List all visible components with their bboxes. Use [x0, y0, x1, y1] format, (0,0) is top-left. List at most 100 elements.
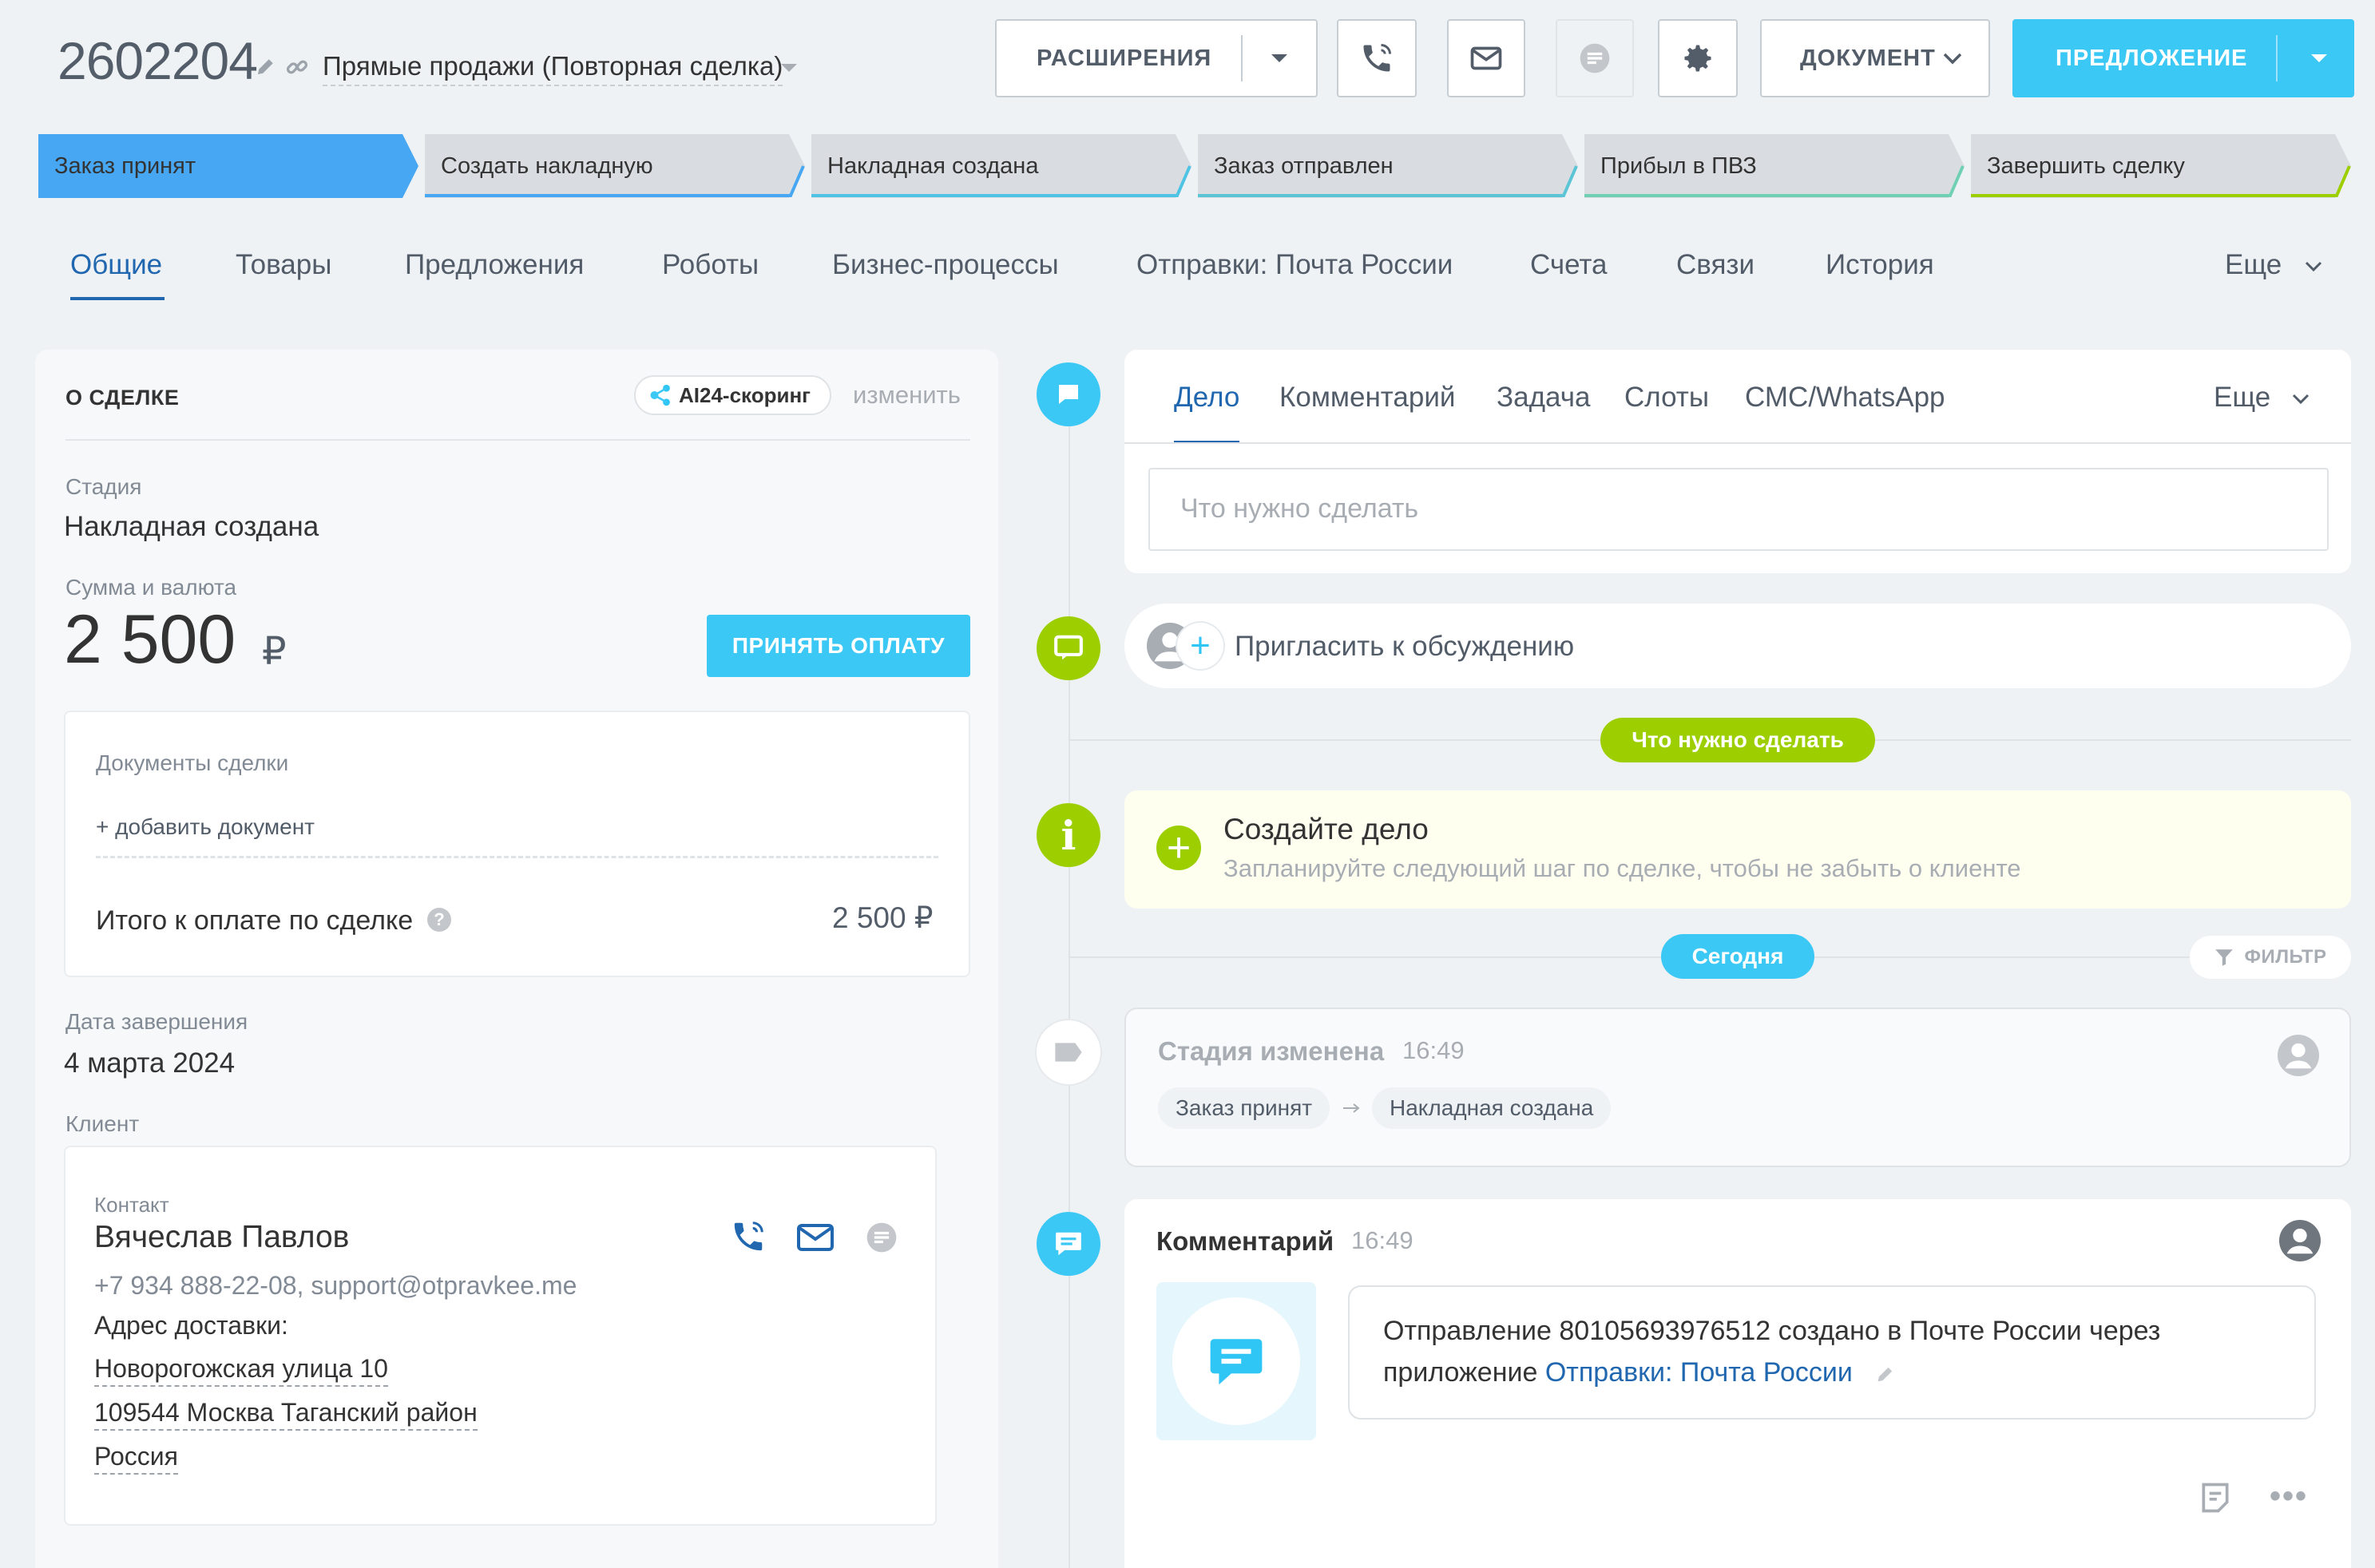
contact-info[interactable]: +7 934 888-22-08, support@otpravkee.me [94, 1271, 577, 1301]
tab-comment[interactable]: Комментарий [1279, 382, 1455, 414]
stage-label: Заказ отправлен [1214, 152, 1394, 179]
envelope-icon [1470, 46, 1502, 70]
tab-sms-whatsapp[interactable]: СМС/WhatsApp [1745, 382, 1945, 414]
user-avatar-icon[interactable] [2278, 1035, 2319, 1076]
address-line[interactable]: Россия [94, 1442, 178, 1475]
timeline-new-dot [1037, 362, 1100, 426]
amount-value: 2 500 [64, 601, 236, 678]
stage-value: Накладная создана [64, 511, 319, 542]
timeline-info-dot: i [1037, 803, 1100, 867]
tab-activity[interactable]: Дело [1174, 382, 1239, 414]
comment-bubble [1348, 1285, 2316, 1420]
phone-icon[interactable] [730, 1218, 767, 1255]
comment-icon [1210, 1339, 1263, 1385]
pencil-icon[interactable] [254, 54, 278, 78]
stage-arrived-pickup[interactable]: Прибыл в ПВЗ [1584, 134, 1965, 198]
arrow-right-icon [1343, 1103, 1360, 1113]
address-line[interactable]: 109544 Москва Таганский район [94, 1398, 478, 1431]
address-label: Адрес доставки: [94, 1311, 288, 1340]
question-icon[interactable]: ? [427, 908, 451, 932]
tab-slots[interactable]: Слоты [1624, 382, 1709, 414]
gear-icon [1684, 45, 1711, 72]
filter-button[interactable]: ФИЛЬТР [2190, 936, 2351, 979]
chevron-down-icon [1943, 53, 1962, 65]
pencil-icon[interactable] [1874, 1363, 1897, 1385]
close-date-value: 4 марта 2024 [64, 1047, 236, 1079]
timeline-line [1069, 390, 1070, 1568]
chat-bubble-icon[interactable] [864, 1220, 899, 1255]
info-icon: i [1061, 811, 1076, 859]
timeline-comment-dot [1037, 1212, 1100, 1276]
ai-network-icon [650, 384, 670, 406]
timeline-stage-dot [1037, 1020, 1100, 1084]
stage-label: Завершить сделку [1987, 152, 2185, 179]
call-button[interactable] [1337, 19, 1417, 97]
chevron-down-icon [2292, 394, 2310, 404]
plus-icon[interactable]: + [1156, 826, 1201, 870]
stage-label: Прибыл в ПВЗ [1600, 152, 1757, 179]
tab-links[interactable]: Связи [1676, 249, 1754, 281]
tab-offers[interactable]: Предложения [405, 249, 584, 281]
tab-invoices[interactable]: Счета [1530, 249, 1608, 281]
close-date-label: Дата завершения [65, 1009, 248, 1034]
chevron-down-icon [2311, 54, 2327, 62]
divider [65, 439, 970, 441]
invite-text[interactable]: Пригласить к обсуждению [1235, 631, 1574, 663]
total-label: Итого к оплате по сделке [96, 905, 414, 936]
create-title[interactable]: Создайте дело [1223, 813, 1429, 846]
tab-robots[interactable]: Роботы [662, 249, 759, 281]
tab-business-processes[interactable]: Бизнес-процессы [832, 249, 1059, 281]
currency-symbol: ₽ [262, 631, 287, 673]
amount-label: Сумма и валюта [65, 575, 237, 600]
address-line[interactable]: Новорогожская улица 10 [94, 1354, 388, 1387]
deal-category[interactable]: Прямые продажи (Повторная сделка) [323, 51, 783, 86]
change-link[interactable]: изменить [853, 381, 961, 410]
note-icon[interactable] [2198, 1480, 2233, 1515]
todo-input[interactable]: Что нужно сделать [1148, 468, 2329, 551]
comment-text-line2: приложение Отправки: Почта России [1383, 1357, 1897, 1388]
stage-finish-deal[interactable]: Завершить сделку [1971, 134, 2351, 198]
stage-create-waybill[interactable]: Создать накладную [425, 134, 805, 198]
settings-button[interactable] [1658, 19, 1738, 97]
offer-label: ПРЕДЛОЖЕНИЕ [2056, 45, 2248, 71]
phone-icon [1363, 44, 1391, 72]
link-icon[interactable] [284, 54, 310, 80]
offer-button[interactable]: ПРЕДЛОЖЕНИЕ [2012, 19, 2354, 97]
category-caret-icon[interactable] [781, 64, 797, 72]
stage-label: Стадия [65, 474, 142, 499]
comment-link[interactable]: Отправки: Почта России [1545, 1357, 1853, 1388]
chat-button[interactable] [1556, 19, 1634, 97]
add-user-icon[interactable]: + [1177, 623, 1223, 669]
message-icon [1059, 385, 1078, 404]
section-title: О СДЕЛКЕ [65, 386, 180, 410]
document-button[interactable]: ДОКУМЕНТ [1760, 19, 1990, 97]
accept-payment-button[interactable]: ПРИНЯТЬ ОПЛАТУ [707, 615, 970, 677]
envelope-icon[interactable] [795, 1223, 835, 1252]
create-activity-card[interactable] [1124, 790, 2351, 909]
stage-changed-time: 16:49 [1402, 1036, 1465, 1064]
add-document-link[interactable]: + добавить документ [96, 814, 315, 840]
chevron-down-icon [1271, 54, 1287, 62]
email-button[interactable] [1447, 19, 1525, 97]
contact-name[interactable]: Вячеслав Павлов [94, 1220, 349, 1255]
user-avatar-icon[interactable] [2279, 1220, 2321, 1261]
stage-order-sent[interactable]: Заказ отправлен [1198, 134, 1578, 198]
tab-russian-post[interactable]: Отправки: Почта России [1136, 249, 1453, 281]
divider [1124, 442, 2351, 444]
stage-changed-title: Стадия изменена [1158, 1036, 1385, 1066]
more-dots-icon[interactable]: ••• [2270, 1479, 2308, 1515]
tab-more[interactable]: Еще [2214, 382, 2310, 414]
tab-general[interactable]: Общие [70, 249, 162, 281]
tab-history[interactable]: История [1826, 249, 1934, 281]
extensions-button[interactable]: РАСШИРЕНИЯ [995, 19, 1318, 97]
tab-products[interactable]: Товары [236, 249, 331, 281]
comment-image [1172, 1297, 1300, 1425]
stage-order-accepted[interactable]: Заказ принят [38, 134, 418, 198]
comment-text: Отправление 80105693976512 создано в Поч… [1383, 1316, 2161, 1346]
tag-icon [1055, 1043, 1082, 1062]
stage-waybill-created[interactable]: Накладная создана [811, 134, 1191, 198]
stage-label: Заказ принят [54, 152, 196, 179]
tab-more[interactable]: Еще [2225, 249, 2323, 281]
tab-task[interactable]: Задача [1497, 382, 1590, 414]
total-value: 2 500 ₽ [832, 901, 934, 934]
